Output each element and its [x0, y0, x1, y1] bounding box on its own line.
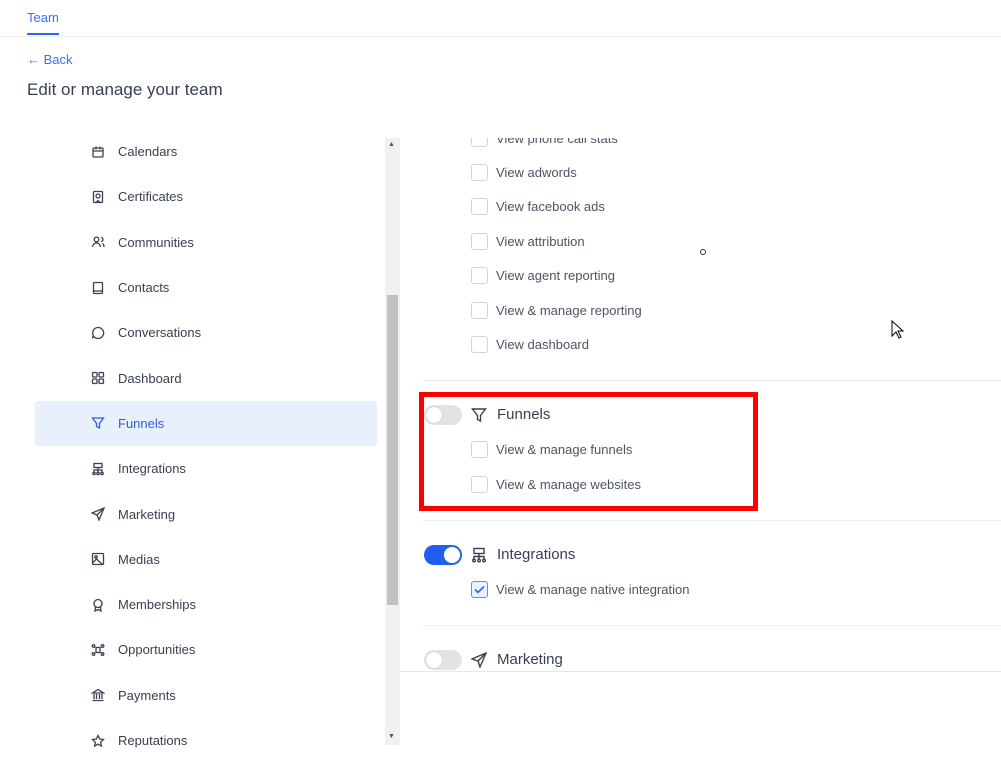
funnel-icon	[471, 407, 487, 423]
sidebar-item-dashboard[interactable]: Dashboard	[35, 355, 377, 400]
permission-row: View & manage native integration	[400, 573, 1001, 607]
sidebar: Calendars Certificates Communities Contacts…	[35, 128, 377, 748]
calendar-icon	[91, 145, 105, 159]
permission-row: View & manage websites	[400, 467, 1001, 501]
sitemap-icon	[91, 462, 105, 476]
sitemap-icon	[471, 547, 487, 563]
sidebar-item-label: Conversations	[118, 325, 202, 341]
star-icon	[91, 733, 105, 748]
funnels-toggle[interactable]	[424, 404, 462, 425]
certificate-icon	[91, 190, 105, 204]
permission-row: View agent reporting	[400, 259, 1001, 293]
image-icon	[91, 552, 105, 566]
sidebar-item-calendars[interactable]: Calendars	[35, 129, 377, 174]
sidebar-item-memberships[interactable]: Memberships	[35, 582, 377, 627]
send-icon	[91, 507, 105, 522]
divider	[423, 379, 1001, 381]
section-funnels: Funnels	[400, 397, 1001, 433]
scroll-down-icon[interactable]: ▼	[388, 733, 395, 740]
sidebar-item-label: Calendars	[118, 144, 178, 160]
permission-row: View & manage reporting	[400, 293, 1001, 327]
sidebar-item-integrations[interactable]: Integrations	[35, 446, 377, 491]
sidebar-item-certificates[interactable]: Certificates	[35, 174, 377, 219]
permission-checkbox[interactable]	[471, 441, 488, 459]
permission-checkbox[interactable]	[471, 301, 488, 319]
users-icon	[91, 235, 105, 249]
permission-label: View phone call stats	[496, 138, 618, 146]
bank-icon	[91, 688, 105, 702]
permission-row: View phone call stats	[400, 138, 1001, 155]
pipeline-icon	[91, 643, 105, 657]
back-link[interactable]: ← Back	[27, 52, 73, 67]
permission-label: View & manage native integration	[496, 582, 690, 598]
sidebar-item-label: Opportunities	[118, 642, 196, 658]
page-title: Edit or manage your team	[27, 80, 223, 99]
permission-checkbox[interactable]	[471, 475, 488, 493]
permission-row: View facebook ads	[400, 190, 1001, 224]
sidebar-item-label: Certificates	[118, 189, 184, 205]
section-integrations: Integrations	[400, 537, 1001, 573]
divider	[423, 624, 1001, 626]
permission-row: View & manage funnels	[400, 433, 1001, 467]
permission-label: View agent reporting	[496, 268, 616, 284]
section-marketing: Marketing	[400, 642, 1001, 671]
scroll-up-icon[interactable]: ▲	[388, 141, 395, 148]
permission-label: View attribution	[496, 233, 585, 249]
permission-label: View & manage websites	[496, 476, 642, 492]
mouse-cursor-icon	[891, 319, 905, 345]
sidebar-item-label: Memberships	[118, 597, 197, 613]
permission-checkbox[interactable]	[471, 581, 488, 599]
sidebar-item-reputations[interactable]: Reputations	[35, 718, 377, 748]
marketing-toggle[interactable]	[424, 649, 462, 670]
permission-label: View facebook ads	[496, 199, 605, 215]
sidebar-item-label: Funnels	[118, 415, 165, 431]
sidebar-item-label: Medias	[118, 551, 160, 567]
funnel-icon	[91, 416, 105, 430]
grid-icon	[91, 371, 105, 385]
tab-bar: Team	[0, 0, 1001, 37]
permission-checkbox[interactable]	[471, 336, 488, 354]
divider	[423, 519, 1001, 521]
cursor-dot	[700, 249, 706, 255]
scrollbar-thumb[interactable]	[387, 295, 398, 605]
check-icon	[474, 586, 485, 594]
sidebar-item-label: Marketing	[118, 506, 176, 522]
sidebar-item-label: Reputations	[118, 733, 188, 748]
permission-checkbox[interactable]	[471, 138, 488, 147]
permissions-panel[interactable]: View phone call stats View adwords View fa…	[400, 138, 1001, 672]
sidebar-item-opportunities[interactable]: Opportunities	[35, 627, 377, 672]
permission-checkbox[interactable]	[471, 232, 488, 250]
permission-checkbox[interactable]	[471, 267, 488, 285]
book-icon	[91, 281, 105, 295]
sidebar-item-conversations[interactable]: Conversations	[35, 310, 377, 355]
sidebar-item-label: Payments	[118, 687, 176, 703]
sidebar-item-medias[interactable]: Medias	[35, 537, 377, 582]
sidebar-item-marketing[interactable]: Marketing	[35, 491, 377, 536]
integrations-toggle[interactable]	[424, 544, 462, 565]
permission-row: View dashboard	[400, 327, 1001, 361]
tab-team[interactable]: Team	[27, 10, 59, 35]
sidebar-item-payments[interactable]: Payments	[35, 673, 377, 718]
sidebar-item-label: Contacts	[118, 280, 170, 296]
chat-icon	[91, 326, 105, 340]
permission-label: View dashboard	[496, 337, 589, 353]
permission-checkbox[interactable]	[471, 164, 488, 182]
sidebar-item-label: Communities	[118, 234, 194, 250]
sidebar-item-label: Integrations	[118, 461, 186, 477]
award-icon	[91, 598, 105, 612]
sidebar-item-communities[interactable]: Communities	[35, 220, 377, 265]
sidebar-item-contacts[interactable]: Contacts	[35, 265, 377, 310]
sidebar-item-label: Dashboard	[118, 370, 182, 386]
permission-checkbox[interactable]	[471, 198, 488, 216]
permission-label: View & manage funnels	[496, 442, 633, 458]
permission-row: View adwords	[400, 155, 1001, 189]
permission-label: View adwords	[496, 165, 577, 181]
sidebar-item-funnels[interactable]: Funnels	[35, 400, 377, 447]
arrow-left-icon: ←	[27, 52, 40, 67]
send-icon	[471, 651, 487, 668]
permission-label: View & manage reporting	[496, 302, 642, 318]
